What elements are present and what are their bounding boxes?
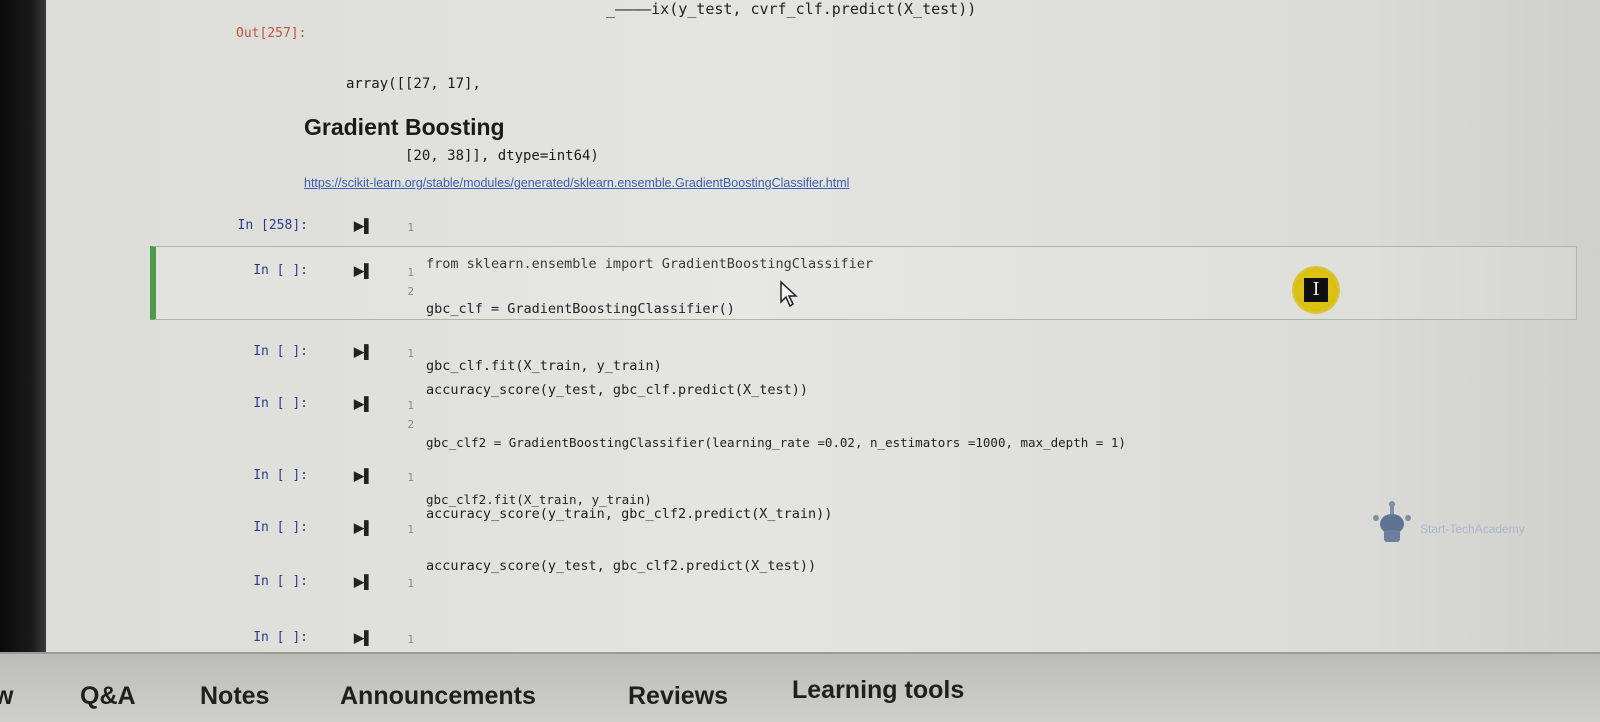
line-number: 2: [407, 418, 414, 431]
line-numbers: 1 2: [400, 263, 414, 301]
run-cell-icon[interactable]: ▶▌: [354, 520, 373, 536]
line-numbers: 1: [400, 344, 414, 363]
watermark: Start-TechAcademy: [1368, 498, 1568, 546]
output-prompt: Out[257]:: [236, 26, 307, 41]
ibeam-cursor-icon: I: [1304, 278, 1328, 302]
code-cell[interactable]: In [ ]: ▶▌ 1 accuracy_score(y_test, gbc_…: [150, 342, 1570, 398]
line-number: 1: [407, 221, 414, 234]
watermark-text: Start-TechAcademy: [1420, 522, 1525, 536]
run-cell-icon[interactable]: ▶▌: [354, 574, 373, 590]
input-prompt: In [ ]:: [253, 263, 308, 278]
input-prompt: In [ ]:: [253, 396, 308, 411]
section-heading: Gradient Boosting: [304, 114, 505, 140]
line-number: 1: [407, 523, 414, 536]
line-number: 1: [407, 266, 414, 279]
partial-code-line: _————ix(y_test, cvrf_clf.predict(X_test)…: [606, 0, 977, 18]
run-cell-icon[interactable]: ▶▌: [354, 630, 373, 646]
tab-announcements[interactable]: Announcements: [340, 682, 536, 711]
output-line: array([[27, 17],: [346, 76, 481, 92]
run-cell-icon[interactable]: ▶▌: [354, 263, 373, 279]
line-number: 2: [407, 285, 414, 298]
code-cell[interactable]: In [ ]: ▶▌ 1 accuracy_score(y_test, gbc_…: [150, 518, 1570, 574]
tab-overview[interactable]: w: [0, 682, 13, 711]
line-number: 1: [407, 399, 414, 412]
tab-qa[interactable]: Q&A: [80, 682, 136, 711]
input-prompt: In [ ]:: [253, 344, 308, 359]
code-cell[interactable]: In [258]: ▶▌ 1 from sklearn.ensemble imp…: [150, 216, 1570, 272]
line-number: 1: [407, 347, 414, 360]
run-cell-icon[interactable]: ▶▌: [354, 468, 373, 484]
input-prompt: In [ ]:: [253, 468, 308, 483]
tab-notes[interactable]: Notes: [200, 682, 269, 711]
code-line: gbc_clf = GradientBoostingClassifier(): [426, 301, 735, 317]
line-numbers: 1: [400, 630, 414, 649]
line-number: 1: [407, 471, 414, 484]
line-number: 1: [407, 633, 414, 646]
line-numbers: 1: [400, 574, 414, 593]
line-number: 1: [407, 577, 414, 590]
academy-logo-icon: [1373, 501, 1411, 542]
jupyter-notebook: _————ix(y_test, cvrf_clf.predict(X_test)…: [46, 0, 1600, 652]
code-cell[interactable]: In [ ]: ▶▌ 1: [150, 626, 1570, 652]
input-prompt: In [258]:: [237, 218, 308, 233]
input-prompt: In [ ]:: [253, 574, 308, 589]
screen-bezel: [0, 0, 46, 655]
docs-link[interactable]: https://scikit-learn.org/stable/modules/…: [304, 176, 849, 190]
input-prompt: In [ ]:: [253, 630, 308, 645]
code-line: gbc_clf2 = GradientBoostingClassifier(le…: [426, 435, 1126, 450]
line-numbers: 1 2: [400, 396, 414, 434]
run-cell-icon[interactable]: ▶▌: [354, 344, 373, 360]
output-line: [20, 38]], dtype=int64): [346, 148, 599, 164]
cell-code[interactable]: [426, 629, 475, 652]
code-cell-selected[interactable]: In [ ]: ▶▌ 1 2 gbc_clf = GradientBoostin…: [150, 246, 1577, 374]
line-numbers: 1: [400, 218, 414, 237]
code-cell[interactable]: In [ ]: ▶▌ 1 2 gbc_clf2 = GradientBoosti…: [150, 394, 1570, 507]
text-cursor-highlight: I: [1292, 266, 1340, 314]
code-cell[interactable]: In [ ]: ▶▌ 1 accuracy_score(y_train, gbc…: [150, 466, 1570, 522]
tab-learning-tools[interactable]: Learning tools: [792, 676, 964, 705]
course-tab-bar: w Q&A Notes Announcements Reviews Learni…: [0, 652, 1600, 722]
line-numbers: 1: [400, 468, 414, 487]
line-numbers: 1: [400, 520, 414, 539]
input-prompt: In [ ]:: [253, 520, 308, 535]
code-cell[interactable]: In [ ]: ▶▌ 1: [150, 572, 1570, 602]
tab-reviews[interactable]: Reviews: [628, 682, 728, 711]
run-cell-icon[interactable]: ▶▌: [354, 396, 373, 412]
run-cell-icon[interactable]: ▶▌: [354, 218, 373, 234]
